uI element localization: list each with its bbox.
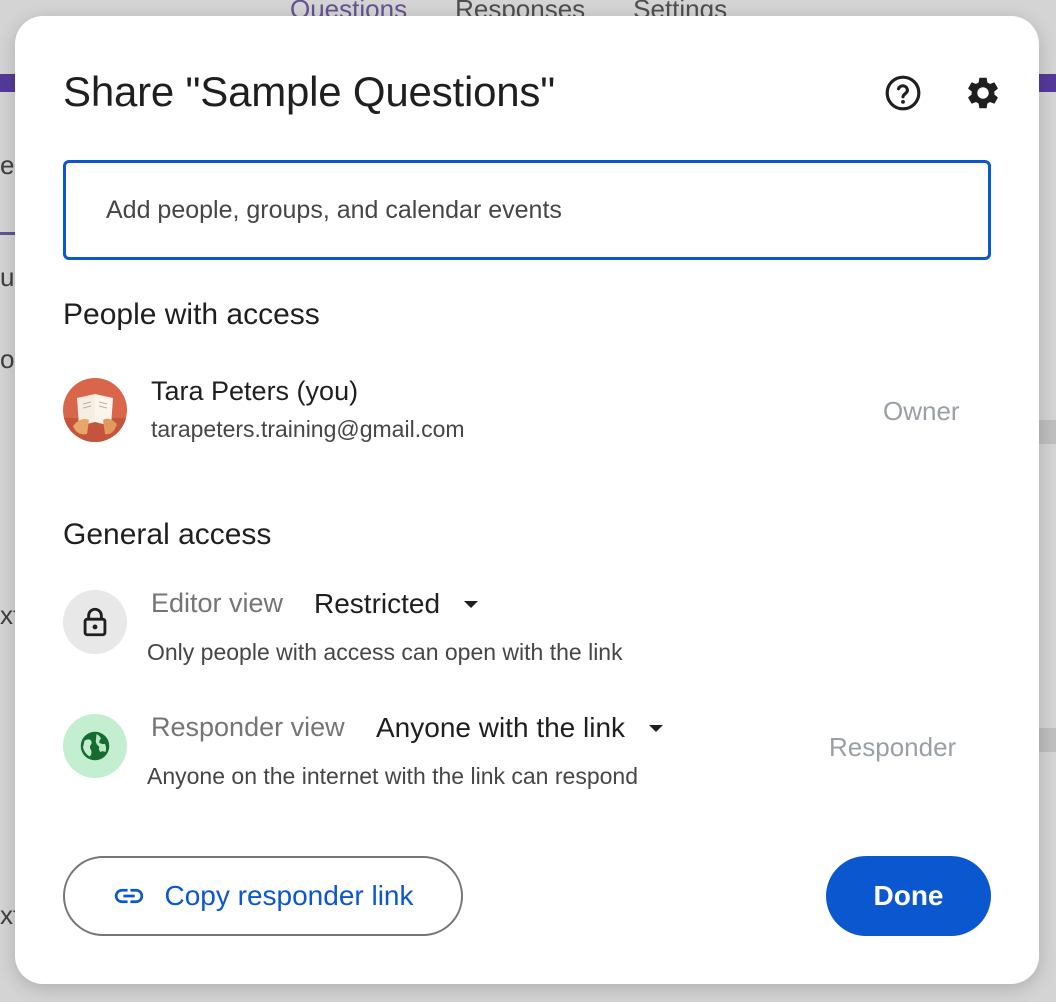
general-access-heading: General access — [63, 518, 272, 551]
dialog-title: Share "Sample Questions" — [63, 68, 555, 115]
share-dialog: Share "Sample Questions" People with acc… — [15, 16, 1039, 984]
person-email: tarapeters.training@gmail.com — [151, 416, 465, 442]
avatar — [63, 378, 127, 442]
settings-button[interactable] — [961, 71, 1005, 115]
lock-icon-container — [63, 590, 127, 654]
responder-view-label: Responder view — [151, 712, 345, 742]
done-button[interactable]: Done — [826, 856, 991, 936]
responder-role: Responder — [829, 732, 957, 762]
gear-icon — [968, 77, 998, 109]
globe-icon — [80, 731, 110, 761]
help-circle-icon — [885, 75, 921, 111]
copy-responder-link-button[interactable]: Copy responder link — [63, 856, 463, 936]
globe-icon-container — [63, 714, 127, 778]
person-name: Tara Peters (you) — [151, 376, 359, 406]
responder-access-description: Anyone on the internet with the link can… — [147, 763, 638, 789]
copy-responder-link-label: Copy responder link — [164, 880, 414, 911]
responder-access-dropdown[interactable]: Anyone with the link — [376, 712, 664, 744]
lock-icon — [83, 607, 107, 637]
chevron-down-icon — [649, 724, 664, 732]
editor-view-label: Editor view — [151, 588, 284, 618]
chevron-down-icon — [464, 600, 479, 608]
editor-access-dropdown[interactable]: Restricted — [314, 588, 479, 620]
editor-access-description: Only people with access can open with th… — [147, 639, 623, 665]
person-role: Owner — [883, 396, 960, 426]
editor-access-value: Restricted — [314, 588, 441, 619]
people-with-access-heading: People with access — [63, 298, 320, 331]
link-icon — [115, 888, 144, 904]
add-people-input[interactable] — [63, 160, 991, 260]
responder-access-value: Anyone with the link — [376, 712, 626, 743]
help-button[interactable] — [881, 71, 925, 115]
